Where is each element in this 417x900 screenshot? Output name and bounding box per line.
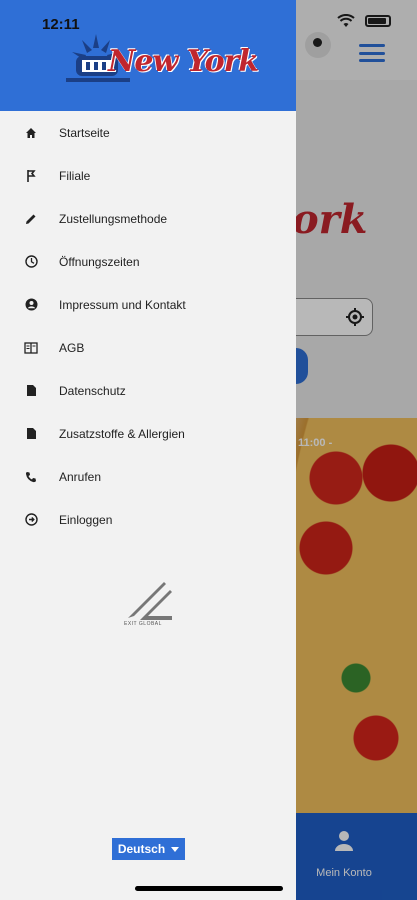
- menu-item-startseite[interactable]: Startseite: [0, 111, 296, 154]
- menu-item-zustellungsmethode[interactable]: Zustellungsmethode: [0, 197, 296, 240]
- navigation-drawer: 12:11 New York Startseite Filiale Zustel…: [0, 0, 296, 900]
- account-circle-icon: [24, 298, 38, 312]
- phone-icon: [24, 470, 38, 484]
- document-icon: [24, 384, 38, 398]
- menu-item-label: Datenschutz: [59, 383, 126, 398]
- menu-item-label: Zusatzstoffe & Allergien: [59, 426, 185, 441]
- language-select[interactable]: Deutsch: [112, 838, 185, 860]
- menu-item-zusatzstoffe[interactable]: Zusatzstoffe & Allergien: [0, 412, 296, 455]
- menu-item-einloggen[interactable]: Einloggen: [0, 498, 296, 541]
- menu-item-datenschutz[interactable]: Datenschutz: [0, 369, 296, 412]
- pencil-icon: [24, 212, 38, 226]
- menu-item-impressum[interactable]: Impressum und Kontakt: [0, 283, 296, 326]
- menu-item-label: Anrufen: [59, 469, 102, 484]
- caret-down-icon: [171, 846, 180, 852]
- menu-item-label: AGB: [59, 340, 85, 355]
- developer-logo-text: EXIT GLOBAL: [124, 621, 162, 627]
- menu-item-label: Öffnungszeiten: [59, 254, 140, 269]
- menu-item-label: Zustellungsmethode: [59, 211, 168, 226]
- brand-logo-text: New York: [108, 44, 259, 79]
- menu-item-label: Filiale: [59, 168, 91, 183]
- document-icon: [24, 427, 38, 441]
- menu-item-filiale[interactable]: Filiale: [0, 154, 296, 197]
- drawer-menu: Startseite Filiale Zustellungsmethode Öf…: [0, 111, 296, 541]
- menu-item-label: Einloggen: [59, 512, 113, 527]
- menu-item-label: Impressum und Kontakt: [59, 297, 186, 312]
- home-indicator: [135, 886, 283, 891]
- home-icon: [24, 126, 38, 140]
- menu-item-anrufen[interactable]: Anrufen: [0, 455, 296, 498]
- book-icon: [24, 341, 38, 355]
- menu-item-label: Startseite: [59, 125, 110, 140]
- drawer-header: 12:11 New York: [0, 0, 296, 111]
- language-select-value: Deutsch: [117, 842, 166, 856]
- login-icon: [24, 513, 38, 527]
- clock-icon: [24, 255, 38, 269]
- menu-item-agb[interactable]: AGB: [0, 326, 296, 369]
- branch-icon: [24, 169, 38, 183]
- menu-item-oeffnungszeiten[interactable]: Öffnungszeiten: [0, 240, 296, 283]
